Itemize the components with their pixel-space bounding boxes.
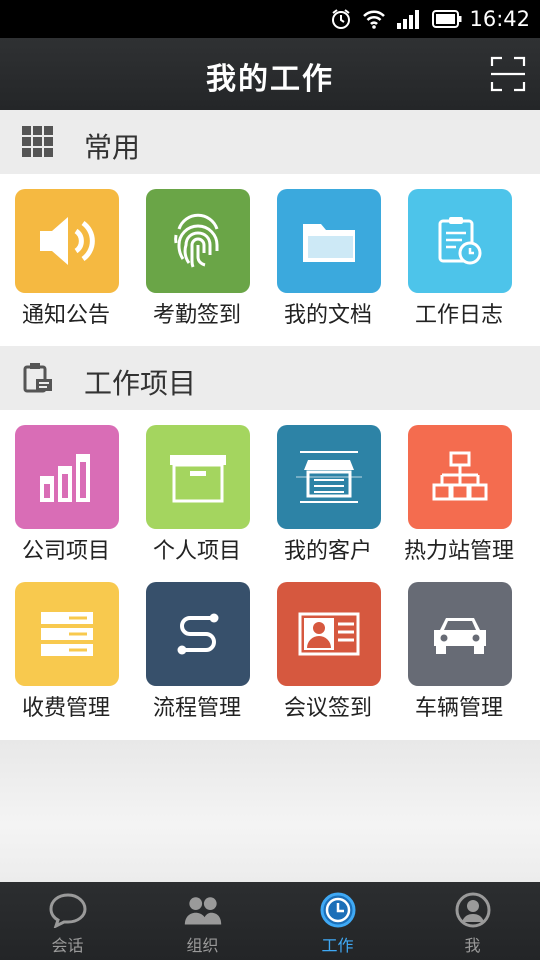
tile-notice[interactable]: 通知公告 [0, 189, 132, 345]
section-common-label: 常用 [84, 131, 141, 164]
tile-label: 公司项目 [21, 539, 110, 564]
tab-label: 我 [464, 936, 481, 955]
id-card-icon [277, 582, 381, 686]
header-bar: 我的工作 [0, 38, 540, 110]
tab-label: 会话 [51, 936, 84, 955]
section-common-header: 常用 [0, 110, 540, 174]
tile-label: 个人项目 [152, 539, 241, 564]
tab-label: 工作 [321, 936, 354, 955]
signal-icon [396, 9, 422, 33]
car-icon [408, 582, 512, 686]
tab-work[interactable]: 工作 [270, 882, 405, 960]
tile-label: 收费管理 [21, 696, 110, 721]
scan-button[interactable] [490, 56, 526, 92]
tile-company-projects[interactable]: 公司项目 [0, 425, 132, 581]
user-icon [455, 892, 490, 928]
chat-bubble-icon [48, 893, 87, 928]
tile-label: 流程管理 [152, 696, 241, 721]
tile-label: 通知公告 [21, 303, 110, 328]
people-icon [184, 897, 221, 925]
tab-label: 组织 [186, 936, 219, 955]
tile-attendance[interactable]: 考勤签到 [131, 189, 263, 345]
bar-chart-icon [15, 425, 119, 529]
tile-label: 会议签到 [283, 696, 372, 721]
tile-label: 热力站管理 [403, 539, 514, 564]
scan-icon [490, 56, 526, 92]
page-title: 我的工作 [206, 62, 334, 97]
grid-icon [22, 126, 54, 158]
wifi-icon [362, 9, 386, 33]
status-time: 16:42 [469, 7, 530, 31]
folder-icon [277, 189, 381, 293]
tile-personal-projects[interactable]: 个人项目 [131, 425, 263, 581]
section-projects-label: 工作项目 [84, 367, 197, 400]
clock-icon [320, 892, 355, 928]
alarm-icon [330, 8, 352, 34]
status-bar: 16:42 [0, 0, 540, 38]
archive-box-icon [146, 425, 250, 529]
empty-area [0, 740, 540, 882]
bottom-tab-bar: 会话 组织 工作 我 [0, 882, 540, 960]
battery-icon [432, 10, 462, 32]
tile-label: 车辆管理 [414, 696, 503, 721]
flow-path-icon [146, 582, 250, 686]
clipboard-icon [22, 362, 54, 394]
storefront-icon [277, 425, 381, 529]
speaker-icon [15, 189, 119, 293]
tile-billing[interactable]: 收费管理 [0, 582, 132, 738]
section-projects-header: 工作项目 [0, 346, 540, 410]
tile-label: 考勤签到 [152, 303, 241, 328]
tile-worklog[interactable]: 工作日志 [393, 189, 525, 345]
tile-label: 工作日志 [414, 303, 503, 328]
status-icons [330, 8, 462, 34]
tab-me[interactable]: 我 [405, 882, 540, 960]
server-stack-icon [15, 582, 119, 686]
fingerprint-icon [146, 189, 250, 293]
clipboard-clock-icon [408, 189, 512, 293]
tile-label: 我的客户 [283, 539, 372, 564]
tile-my-customers[interactable]: 我的客户 [262, 425, 394, 581]
tile-meeting-signin[interactable]: 会议签到 [262, 582, 394, 738]
tile-vehicles[interactable]: 车辆管理 [393, 582, 525, 738]
tile-label: 我的文档 [283, 303, 372, 328]
tab-chat[interactable]: 会话 [0, 882, 135, 960]
tile-documents[interactable]: 我的文档 [262, 189, 394, 345]
org-chart-icon [408, 425, 512, 529]
tile-heat-station[interactable]: 热力站管理 [393, 425, 525, 581]
tab-organization[interactable]: 组织 [135, 882, 270, 960]
tile-workflow[interactable]: 流程管理 [131, 582, 263, 738]
